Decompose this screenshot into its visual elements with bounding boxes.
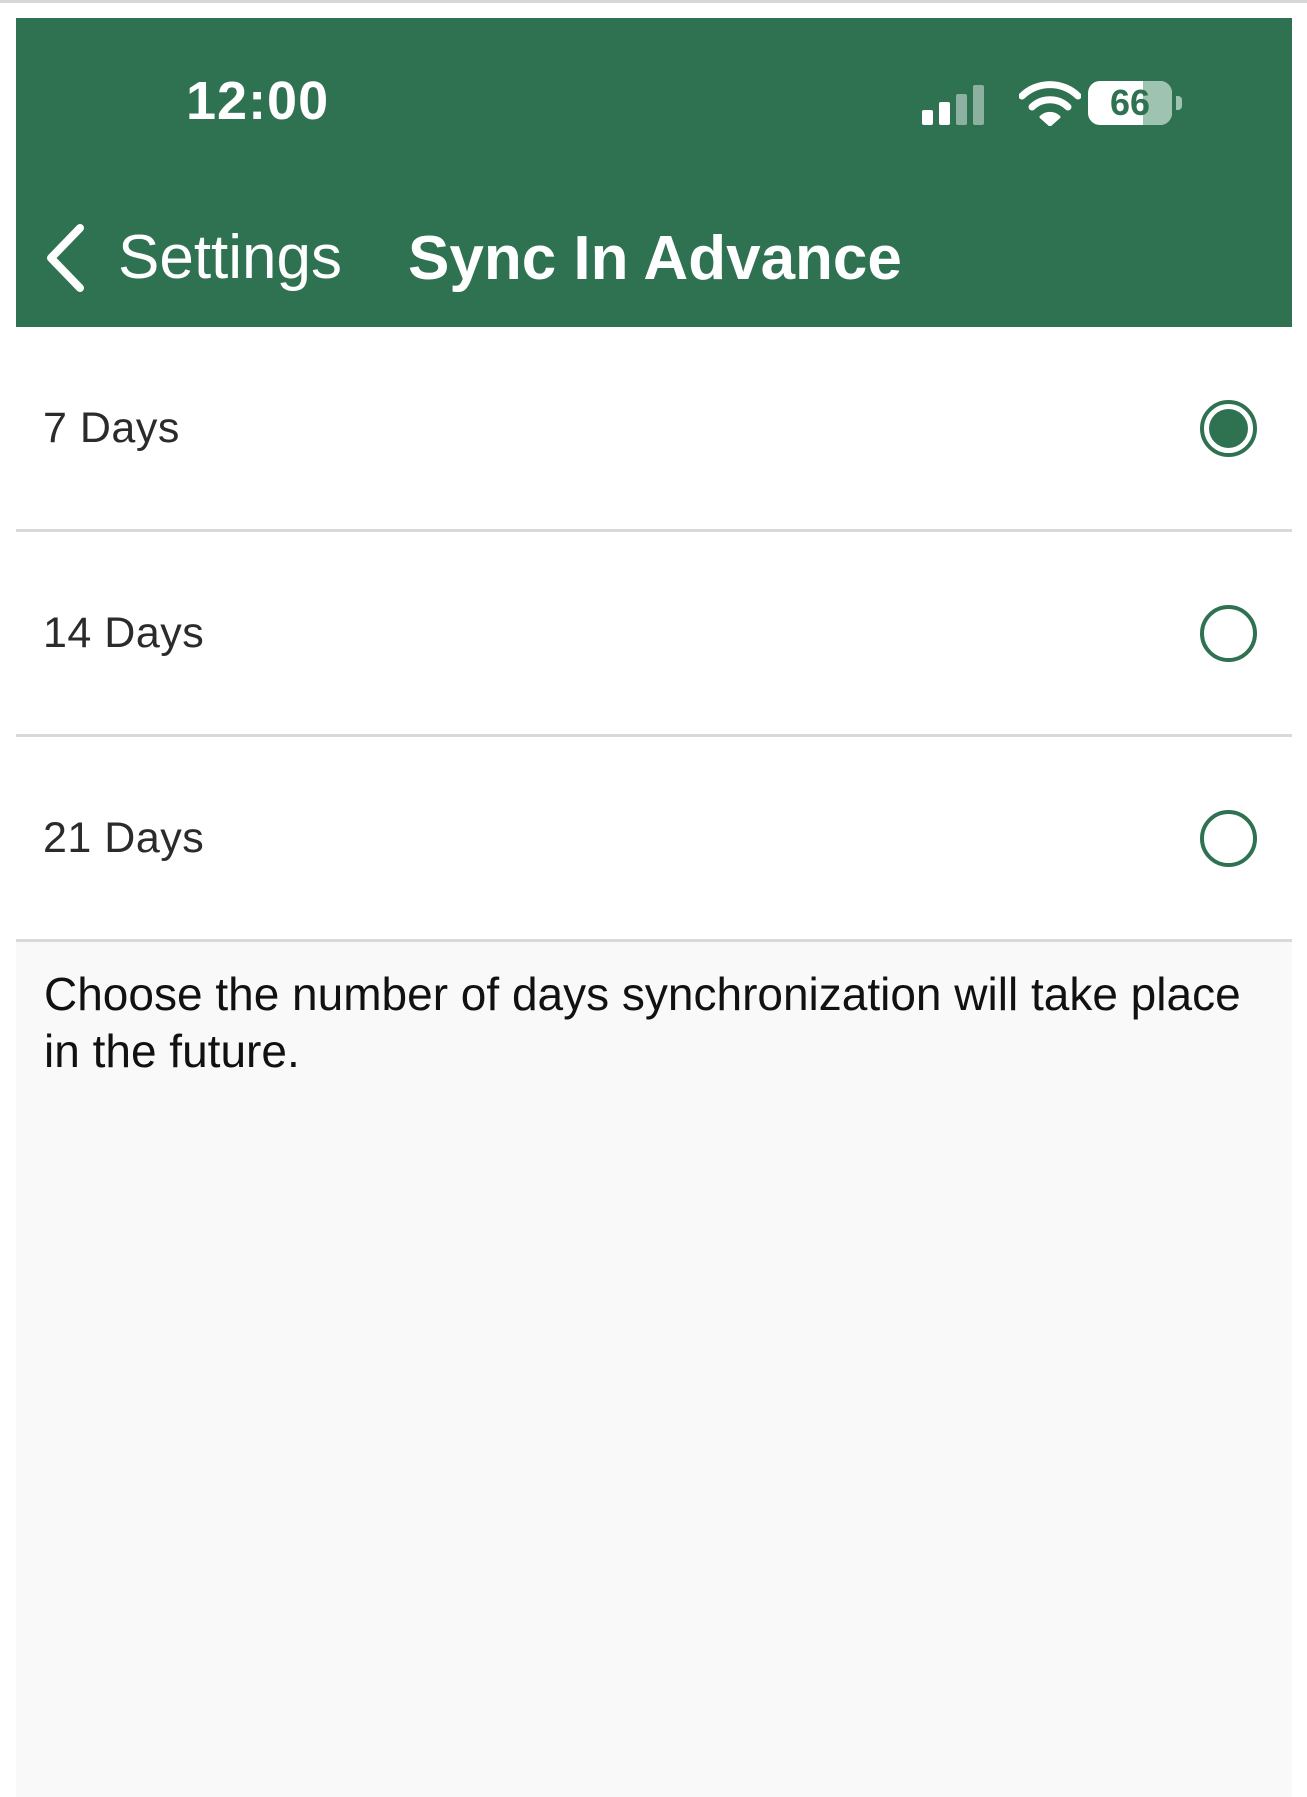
top-divider (0, 0, 1307, 3)
signal-bar (939, 102, 950, 125)
battery-icon: 66 (1088, 81, 1184, 125)
battery-percent: 66 (1109, 82, 1151, 123)
signal-bar (956, 94, 967, 125)
radio-button[interactable] (1200, 605, 1257, 662)
wifi-icon (1019, 81, 1081, 126)
option-14-days[interactable]: 14 Days (16, 532, 1292, 737)
radio-button[interactable] (1200, 400, 1257, 457)
back-button[interactable]: Settings (42, 218, 342, 298)
option-21-days[interactable]: 21 Days (16, 737, 1292, 942)
battery-cap (1176, 96, 1182, 110)
chevron-left-icon (47, 224, 84, 292)
sync-options-list: 7 Days 14 Days 21 Days (16, 327, 1292, 942)
signal-bar (973, 85, 984, 125)
cellular-signal-icon (922, 83, 986, 125)
back-label: Settings (118, 223, 343, 292)
app-screen: 12:00 66 Settings Sync In Advance 7 Days… (16, 18, 1292, 1797)
option-label: 14 Days (43, 609, 205, 657)
signal-bar (922, 110, 933, 125)
description-text: Choose the number of days synchronizatio… (44, 968, 1241, 1077)
status-time: 12:00 (186, 71, 330, 131)
battery-body: 66 (1088, 81, 1172, 125)
option-7-days[interactable]: 7 Days (16, 327, 1292, 532)
radio-button[interactable] (1200, 810, 1257, 867)
option-label: 21 Days (43, 814, 205, 862)
header: 12:00 66 Settings Sync In Advance (16, 18, 1292, 327)
option-label: 7 Days (43, 404, 180, 452)
page-title: Sync In Advance (408, 224, 902, 293)
